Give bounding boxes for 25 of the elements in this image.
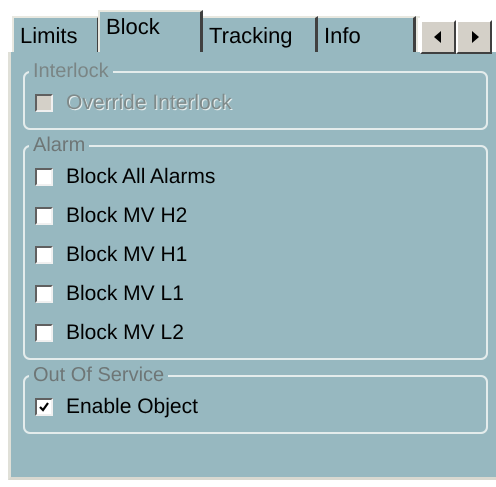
left-triangle-icon xyxy=(434,31,442,43)
scroll-right-button[interactable] xyxy=(456,20,492,54)
check-mark-icon xyxy=(37,400,51,414)
checkbox-label: Block MV H1 xyxy=(66,242,188,266)
checkbox-label: Block All Alarms xyxy=(66,164,216,188)
checkbox-label: Block MV L1 xyxy=(66,282,184,306)
right-triangle-icon xyxy=(470,31,478,43)
tab[interactable]: Info xyxy=(318,16,416,52)
checkbox-label: Override Interlock xyxy=(66,90,232,114)
checkbox[interactable] xyxy=(35,324,53,342)
tab[interactable]: Tracking xyxy=(203,16,318,52)
checkbox[interactable] xyxy=(35,168,53,186)
tab[interactable]: Block xyxy=(98,10,203,52)
checkbox[interactable] xyxy=(35,284,53,302)
checkbox[interactable] xyxy=(35,206,53,224)
checkbox-label: Enable Object xyxy=(66,394,198,418)
group-title: Interlock xyxy=(32,60,110,83)
group-title: Out Of Service xyxy=(32,364,166,387)
scroll-left-button[interactable] xyxy=(420,20,456,54)
checkbox-label: Block MV L2 xyxy=(66,320,184,344)
checkbox-label: Block MV H2 xyxy=(66,204,188,228)
checkbox[interactable] xyxy=(35,398,53,416)
group-title: Alarm xyxy=(32,134,86,157)
checkbox[interactable] xyxy=(35,246,53,264)
tab[interactable]: Limits xyxy=(12,16,100,52)
